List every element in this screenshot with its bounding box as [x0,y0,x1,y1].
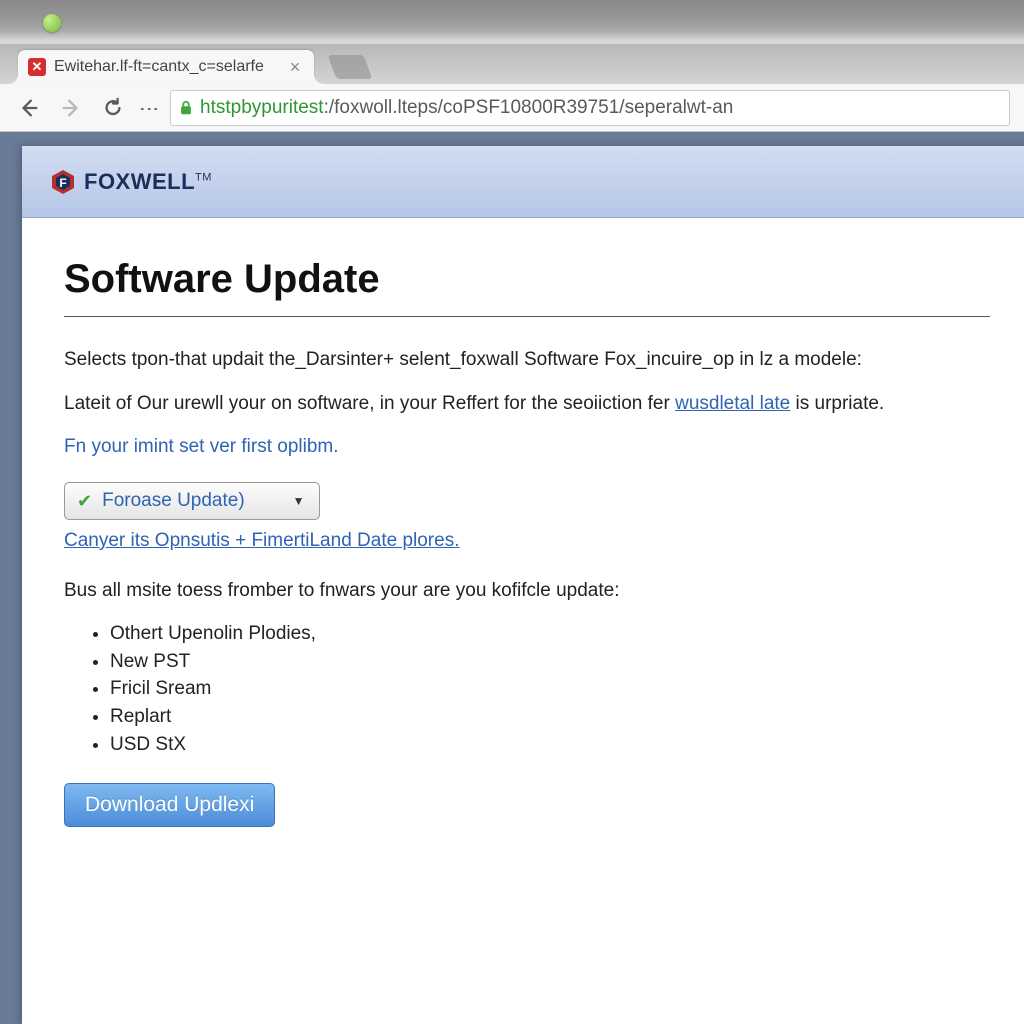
intro-paragraph-1: Selects tpon-that updait the_Darsinter+ … [64,347,990,373]
error-favicon-icon: ✕ [28,58,46,76]
update-select-dropdown[interactable]: ✔ Foroase Update) ▼ [64,482,320,520]
brand-logo[interactable]: F FOXWELLTM [50,169,212,195]
check-icon: ✔ [77,489,92,513]
list-item: Replart [110,704,990,730]
arrow-right-icon [60,97,82,119]
helper-text: Fn your imint set ver first oplibm. [64,434,990,460]
browser-viewport: F FOXWELLTM Software Update Selects tpon… [0,132,1024,1024]
page-content: Software Update Selects tpon-that updait… [22,218,1024,847]
download-button[interactable]: Download Updlexi [64,783,275,827]
address-bar[interactable]: htstpbypuritest:/foxwoll.lteps/coPSF1080… [170,90,1010,126]
close-tab-icon[interactable]: × [286,57,304,78]
back-button[interactable] [14,93,44,123]
features-list: Othert Upenolin Plodies, New PST Fricil … [110,621,990,757]
page-title: Software Update [64,252,990,306]
dropdown-label: Foroase Update) [102,488,245,514]
reload-button[interactable] [98,93,128,123]
intro-paragraph-2: Lateit of Our urewll your on software, i… [64,391,990,417]
browser-menu-icon[interactable]: ⋮ [139,99,159,117]
arrow-left-icon [18,97,40,119]
browser-tab[interactable]: ✕ Ewitehar.lf-ft=cantx_c=selarfe × [18,50,314,84]
list-item: USD StX [110,732,990,758]
options-link[interactable]: Canyer its Opnsutis + FimertiLand Date p… [64,528,990,554]
new-tab-button[interactable] [328,55,373,79]
page-header: F FOXWELLTM [22,146,1024,218]
features-intro: Bus all msite toess fromber to fnwars yo… [64,578,990,604]
reload-icon [102,97,124,119]
svg-text:F: F [59,176,66,190]
list-item: New PST [110,649,990,675]
tab-title: Ewitehar.lf-ft=cantx_c=selarfe [54,58,282,76]
forward-button[interactable] [56,93,86,123]
lock-icon [179,100,193,116]
brand-name: FOXWELLTM [84,169,212,195]
list-item: Othert Upenolin Plodies, [110,621,990,647]
list-item: Fricil Sream [110,676,990,702]
title-divider [64,316,990,317]
info-link[interactable]: wusdletal late [675,393,790,414]
logo-mark-icon: F [50,169,76,195]
desktop-indicator [43,14,61,32]
url-text: htstpbypuritest:/foxwoll.lteps/coPSF1080… [200,97,733,119]
tab-strip: ✕ Ewitehar.lf-ft=cantx_c=selarfe × [0,44,1024,84]
browser-toolbar: ⋮ htstpbypuritest:/foxwoll.lteps/coPSF10… [0,84,1024,132]
browser-window: ✕ Ewitehar.lf-ft=cantx_c=selarfe × ⋮ [0,44,1024,1024]
page-body: F FOXWELLTM Software Update Selects tpon… [22,146,1024,1024]
chevron-down-icon: ▼ [293,493,305,509]
